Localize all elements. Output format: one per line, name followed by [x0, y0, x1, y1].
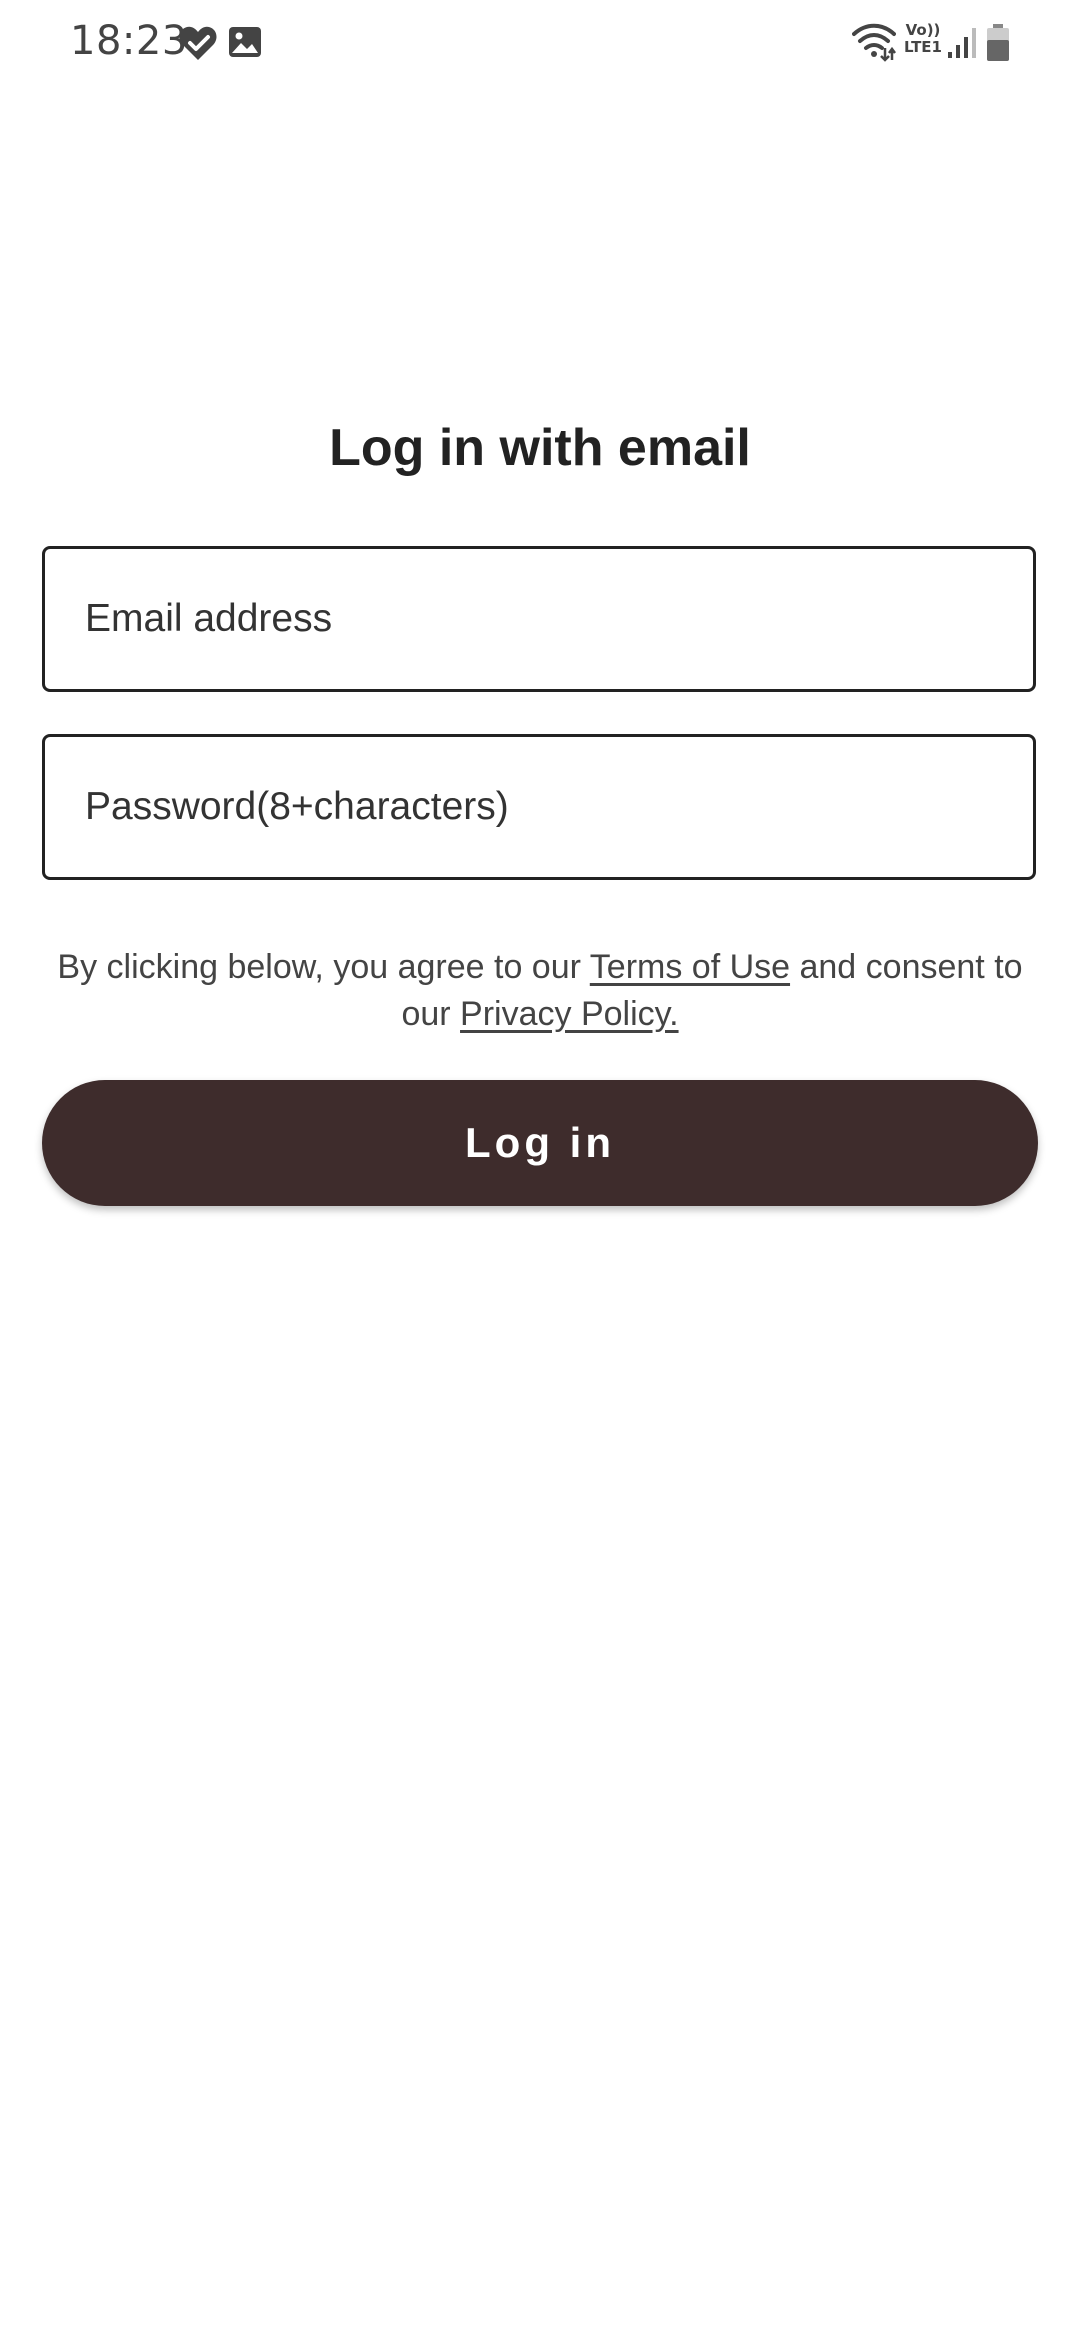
- password-input[interactable]: [45, 737, 1033, 877]
- terms-of-use-link[interactable]: Terms of Use: [590, 948, 790, 986]
- volte-top-label: Vo)): [905, 21, 941, 39]
- status-time: 18:23: [70, 18, 188, 64]
- heart-check-icon: [179, 26, 217, 60]
- consent-text: By clicking below, you agree to our Term…: [40, 944, 1040, 1038]
- consent-text-start: By clicking below, you agree to our: [57, 948, 590, 986]
- login-button[interactable]: Log in: [42, 1080, 1038, 1206]
- volte-bottom-label: LTE1: [904, 38, 942, 56]
- password-field-container[interactable]: [42, 734, 1036, 880]
- battery-icon: [987, 24, 1009, 61]
- wifi-icon: [852, 23, 896, 62]
- email-field-container[interactable]: [42, 546, 1036, 692]
- privacy-policy-link[interactable]: Privacy Policy.: [460, 995, 679, 1033]
- email-input[interactable]: [45, 549, 1033, 689]
- status-bar: 18:23 Vo)) LTE1: [0, 0, 1080, 88]
- signal-icon: [948, 28, 976, 58]
- volte-icon: Vo)) LTE1: [900, 22, 946, 62]
- gallery-icon: [229, 27, 261, 57]
- page-title: Log in with email: [329, 419, 751, 477]
